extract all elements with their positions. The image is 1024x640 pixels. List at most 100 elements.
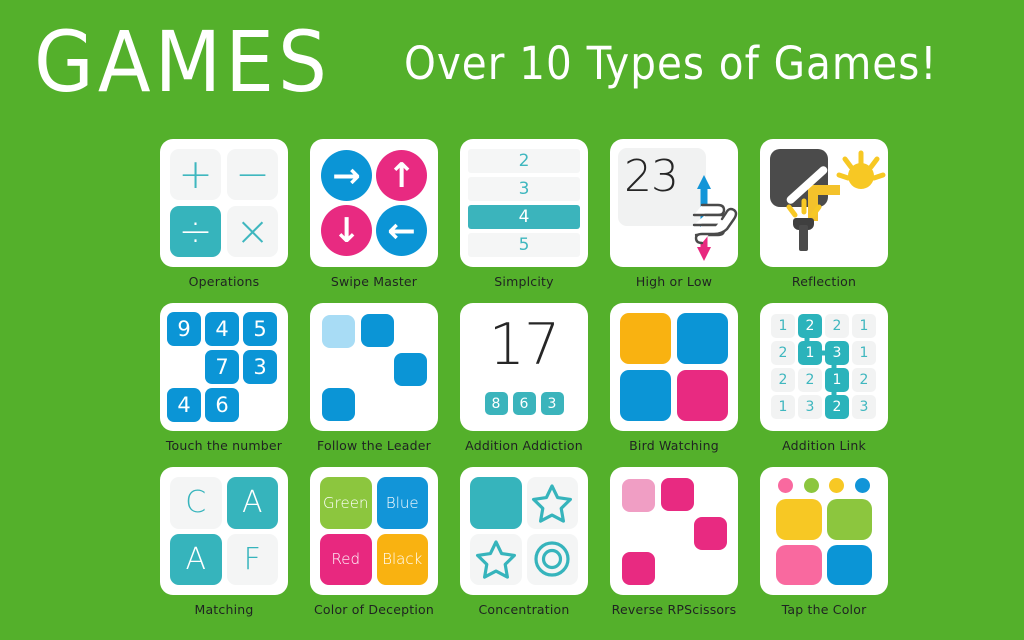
leader-block[interactable]: [322, 388, 355, 421]
link-cell[interactable]: 2: [771, 341, 795, 365]
game-card-swipe-master[interactable]: → ↑ ↓ ← Swipe Master: [310, 139, 438, 303]
tap-tile-blue[interactable]: [826, 544, 872, 585]
leader-block[interactable]: [394, 353, 427, 386]
game-thumbnail-operations[interactable]: + − ÷ ×: [160, 139, 288, 267]
game-card-touch-the-number[interactable]: 9 4 5 7 3 4 6 Touch the number: [160, 303, 288, 467]
simplcity-row[interactable]: 2: [468, 149, 580, 173]
game-thumbnail-reverse-rpscissors[interactable]: [610, 467, 738, 595]
link-cell-selected[interactable]: 3: [825, 341, 849, 365]
divide-icon: ÷: [178, 207, 213, 255]
bird-tile-orange[interactable]: [620, 313, 671, 364]
number-cell[interactable]: 4: [167, 388, 201, 422]
addition-chip[interactable]: 3: [540, 392, 564, 415]
game-thumbnail-bird-watching[interactable]: [610, 303, 738, 431]
simplcity-row-selected[interactable]: 4: [468, 205, 580, 229]
link-cell[interactable]: 3: [798, 395, 822, 419]
number-cell[interactable]: 5: [243, 312, 277, 346]
rps-block[interactable]: [694, 517, 727, 550]
game-card-simplcity[interactable]: 2 3 4 5 Simplcity: [460, 139, 588, 303]
game-card-matching[interactable]: C A A F Matching: [160, 467, 288, 631]
deception-word-grid: Green Blue Red Black: [320, 477, 428, 585]
number-cell[interactable]: 4: [205, 312, 239, 346]
game-thumbnail-tap-the-color[interactable]: [760, 467, 888, 595]
link-cell[interactable]: 1: [771, 314, 795, 338]
link-cell[interactable]: 2: [771, 368, 795, 392]
game-card-follow-the-leader[interactable]: Follow the Leader: [310, 303, 438, 467]
simplcity-row[interactable]: 5: [468, 233, 580, 257]
game-card-high-or-low[interactable]: 23 High or Low: [610, 139, 738, 303]
game-thumbnail-reflection[interactable]: [760, 139, 888, 267]
number-cell[interactable]: 3: [243, 350, 277, 384]
tap-tile-green[interactable]: [826, 499, 872, 540]
link-cell-selected[interactable]: 2: [798, 314, 822, 338]
game-thumbnail-high-or-low[interactable]: 23: [610, 139, 738, 267]
game-card-bird-watching[interactable]: Bird Watching: [610, 303, 738, 467]
link-cell-selected[interactable]: 1: [798, 341, 822, 365]
game-card-reflection[interactable]: Reflection: [760, 139, 888, 303]
game-thumbnail-addition-addiction[interactable]: 17 8 6 3: [460, 303, 588, 431]
rps-block[interactable]: [661, 478, 694, 511]
number-cell[interactable]: 7: [205, 350, 239, 384]
game-thumbnail-touch-the-number[interactable]: 9 4 5 7 3 4 6: [160, 303, 288, 431]
bird-tile-blue[interactable]: [677, 313, 728, 364]
arrow-down-icon[interactable]: ↓: [321, 205, 372, 256]
game-card-operations[interactable]: + − ÷ × Operations: [160, 139, 288, 303]
matching-card-matched[interactable]: A: [226, 477, 278, 529]
deception-word-red[interactable]: Red: [320, 533, 372, 585]
game-thumbnail-addition-link[interactable]: 1 2 2 1 2 1 3 1 2 2 1 2 1 3 2 3: [760, 303, 888, 431]
arrow-left-icon[interactable]: ←: [376, 205, 427, 256]
tap-tile-yellow[interactable]: [776, 499, 822, 540]
concentration-card-star[interactable]: [470, 533, 522, 585]
tap-tile-pink[interactable]: [776, 544, 822, 585]
leader-block[interactable]: [361, 314, 394, 347]
game-card-addition-addiction[interactable]: 17 8 6 3 Addition Addiction: [460, 303, 588, 467]
link-cell[interactable]: 2: [825, 314, 849, 338]
concentration-card-hidden[interactable]: [470, 477, 522, 529]
addition-chip[interactable]: 8: [484, 392, 508, 415]
leader-block-active[interactable]: [322, 315, 355, 348]
link-cell[interactable]: 1: [771, 395, 795, 419]
game-thumbnail-follow-the-leader[interactable]: [310, 303, 438, 431]
concentration-card-star[interactable]: [526, 477, 578, 529]
game-card-reverse-rpscissors[interactable]: Reverse RPScissors: [610, 467, 738, 631]
operation-plus[interactable]: +: [170, 149, 221, 200]
rps-block-scatter: [610, 467, 738, 595]
link-cell[interactable]: 3: [852, 395, 876, 419]
game-thumbnail-swipe-master[interactable]: → ↑ ↓ ←: [310, 139, 438, 267]
operation-divide[interactable]: ÷: [170, 206, 221, 257]
game-card-tap-the-color[interactable]: Tap the Color: [760, 467, 888, 631]
deception-word-green[interactable]: Green: [320, 477, 372, 529]
link-cell-selected[interactable]: 2: [825, 395, 849, 419]
number-cell[interactable]: 6: [205, 388, 239, 422]
game-thumbnail-concentration[interactable]: [460, 467, 588, 595]
matching-card[interactable]: F: [226, 533, 278, 585]
game-thumbnail-matching[interactable]: C A A F: [160, 467, 288, 595]
bird-tile-blue[interactable]: [620, 370, 671, 421]
number-cell[interactable]: 9: [167, 312, 201, 346]
link-cell[interactable]: 1: [852, 314, 876, 338]
game-card-color-of-deception[interactable]: Green Blue Red Black Color of Deception: [310, 467, 438, 631]
game-thumbnail-color-of-deception[interactable]: Green Blue Red Black: [310, 467, 438, 595]
game-card-addition-link[interactable]: 1 2 2 1 2 1 3 1 2 2 1 2 1 3 2 3 Addition…: [760, 303, 888, 467]
rps-block[interactable]: [622, 552, 655, 585]
deception-word-black[interactable]: Black: [376, 533, 428, 585]
rps-block-active[interactable]: [622, 479, 655, 512]
link-cell[interactable]: 2: [798, 368, 822, 392]
addition-chip[interactable]: 6: [512, 392, 536, 415]
deception-word-blue[interactable]: Blue: [376, 477, 428, 529]
game-card-concentration[interactable]: Concentration: [460, 467, 588, 631]
matching-card-grid: C A A F: [170, 477, 278, 585]
link-cell[interactable]: 1: [852, 341, 876, 365]
arrow-up-icon[interactable]: ↑: [376, 150, 427, 201]
concentration-card-rings[interactable]: [526, 533, 578, 585]
link-cell-selected[interactable]: 1: [825, 368, 849, 392]
matching-card[interactable]: C: [170, 477, 222, 529]
bird-tile-pink[interactable]: [677, 370, 728, 421]
simplcity-row[interactable]: 3: [468, 177, 580, 201]
operation-minus[interactable]: −: [227, 149, 278, 200]
matching-card-matched[interactable]: A: [170, 533, 222, 585]
arrow-right-icon[interactable]: →: [321, 150, 372, 201]
game-thumbnail-simplcity[interactable]: 2 3 4 5: [460, 139, 588, 267]
operation-multiply[interactable]: ×: [227, 206, 278, 257]
link-cell[interactable]: 2: [852, 368, 876, 392]
